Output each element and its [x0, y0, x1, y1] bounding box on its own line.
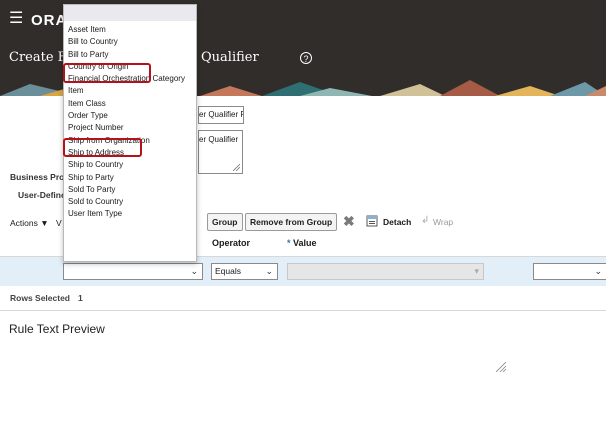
rows-selected-label: Rows Selected	[10, 293, 70, 303]
dropdown-option-item-class[interactable]: Item Class	[64, 98, 185, 110]
required-asterisk: *	[287, 238, 291, 248]
dropdown-option-ship-to-party[interactable]: Ship to Party	[64, 172, 185, 184]
attribute-dropdown-list[interactable]: Asset Item Bill to Country Bill to Party…	[63, 4, 197, 262]
highlight-project-number	[63, 138, 142, 157]
rows-selected-count: 1	[78, 293, 83, 303]
dropdown-options: Asset Item Bill to Country Bill to Party…	[64, 24, 185, 221]
dropdown-option-ship-to-country[interactable]: Ship to Country	[64, 159, 185, 171]
resize-grip-icon[interactable]	[233, 164, 240, 171]
rule-text-preview-title: Rule Text Preview	[9, 322, 105, 336]
page-title-suffix: Qualifier	[201, 50, 259, 65]
dropdown-option-sold-to-party[interactable]: Sold To Party	[64, 184, 185, 196]
oracle-logo[interactable]: ORA	[31, 12, 67, 29]
dropdown-option-sold-to-country[interactable]: Sold to Country	[64, 196, 185, 208]
text-area[interactable]: er Qualifier	[198, 130, 243, 174]
column-header-value-label: Value	[293, 238, 317, 248]
dropdown-option-asset-item[interactable]: Asset Item	[64, 24, 185, 36]
dropdown-option-bill-to-country[interactable]: Bill to Country	[64, 36, 185, 48]
column-header-value[interactable]: * Value	[287, 238, 317, 248]
chevron-down-icon[interactable]: ⌄	[594, 264, 602, 279]
actions-menu-label: Actions ▼	[10, 218, 49, 228]
chevron-down-icon[interactable]: ⌄	[190, 264, 198, 279]
hamburger-icon[interactable]: ☰	[9, 11, 23, 27]
wrap-icon: ↲	[421, 215, 430, 226]
user-defined-label: User-Define	[18, 190, 66, 200]
view-menu-label[interactable]: V	[56, 218, 62, 228]
operator-select-value: Equals	[215, 266, 241, 276]
extra-select[interactable]: ⌄	[533, 263, 606, 280]
resize-grip-icon[interactable]	[496, 362, 506, 372]
detach-button[interactable]: Detach	[383, 217, 411, 227]
question-circle-icon[interactable]: ?	[300, 52, 312, 64]
text-area-value: er Qualifier	[199, 135, 239, 144]
dropdown-option-bill-to-party[interactable]: Bill to Party	[64, 49, 185, 61]
wrap-button: Wrap	[433, 217, 454, 227]
highlight-country-of-origin	[63, 63, 151, 83]
dropdown-option-project-number[interactable]: Project Number	[64, 122, 185, 134]
rows-divider	[0, 310, 606, 311]
group-button[interactable]: Group	[207, 213, 243, 231]
detach-icon[interactable]	[366, 215, 378, 227]
dropdown-option-item[interactable]: Item	[64, 85, 185, 97]
caret-down-icon[interactable]: ▾	[474, 264, 479, 279]
actions-menu[interactable]: Actions ▼ V	[10, 218, 62, 228]
chevron-down-icon[interactable]: ⌄	[265, 264, 273, 279]
business-process-label: Business Pro	[10, 172, 65, 182]
attribute-select[interactable]: ⌄	[63, 263, 203, 280]
column-header-operator[interactable]: Operator	[212, 238, 250, 248]
remove-from-group-button[interactable]: Remove from Group	[245, 213, 338, 231]
dropdown-option-user-item-type[interactable]: User Item Type	[64, 208, 185, 220]
dropdown-option-order-type[interactable]: Order Type	[64, 110, 185, 122]
value-select[interactable]: ▾	[287, 263, 484, 280]
description-input[interactable]: er Qualifier F	[198, 106, 244, 124]
dropdown-blank-option[interactable]	[64, 5, 196, 21]
operator-select[interactable]: Equals ⌄	[211, 263, 278, 280]
delete-x-icon[interactable]: ✖	[343, 213, 355, 230]
page-title: Create Fi	[9, 50, 71, 65]
